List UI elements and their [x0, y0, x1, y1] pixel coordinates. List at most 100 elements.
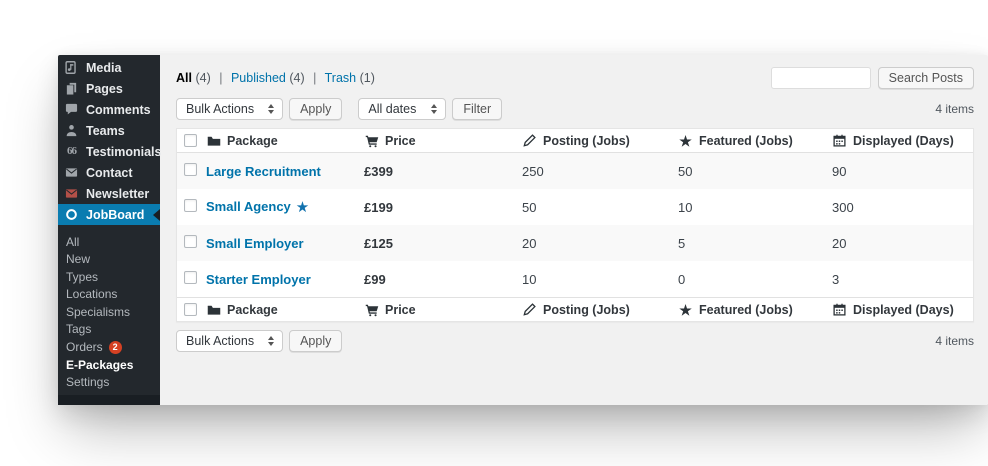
sidebar-item-jobboard[interactable]: JobBoard — [58, 204, 160, 225]
admin-content: All (4) | Published (4) | Trash (1) Sear… — [160, 55, 988, 405]
pencil-icon — [522, 133, 537, 148]
sidebar-item-comments[interactable]: Comments — [58, 99, 160, 120]
submenu-item-orders[interactable]: Orders 2 — [58, 338, 160, 356]
dates-select[interactable]: All dates — [358, 98, 446, 120]
teams-icon — [64, 123, 79, 138]
column-label-displayed: Displayed (Days) — [853, 134, 954, 148]
sidebar-item-teams[interactable]: Teams — [58, 120, 160, 141]
sidebar-item-label: Contact — [86, 166, 133, 180]
row-checkbox[interactable] — [184, 271, 197, 284]
sidebar-item-label: Media — [86, 61, 121, 75]
view-trash-link[interactable]: Trash — [325, 71, 357, 85]
sidebar-item-testimonials[interactable]: 66 Testimonials — [58, 141, 160, 162]
sidebar-item-pages[interactable]: Pages — [58, 78, 160, 99]
select-stepper-icon — [268, 104, 274, 114]
submenu-label: E-Packages — [66, 359, 133, 372]
submenu-label: All — [66, 236, 79, 249]
select-all-checkbox[interactable] — [184, 303, 197, 316]
featured-cell: 10 — [673, 200, 827, 215]
tablenav-bottom: Bulk Actions Apply 4 items — [176, 330, 974, 352]
view-all-count: (4) — [195, 71, 210, 85]
submenu-label: New — [66, 253, 90, 266]
filter-button[interactable]: Filter — [452, 98, 502, 120]
table-row: Large Recruitment £399 250 50 90 — [177, 153, 973, 189]
media-icon — [64, 60, 79, 75]
view-all-link[interactable]: All — [176, 71, 192, 85]
calendar-icon — [832, 133, 847, 148]
submenu-item-locations[interactable]: Locations — [58, 286, 160, 304]
view-trash-count: (1) — [360, 71, 375, 85]
submenu-label: Orders — [66, 341, 103, 354]
pages-icon — [64, 81, 79, 96]
folder-icon — [206, 302, 221, 317]
table-row: Small Agency★ £199 50 10 300 — [177, 189, 973, 225]
view-separator: | — [219, 71, 222, 85]
displayed-cell: 3 — [827, 272, 973, 287]
apply-button[interactable]: Apply — [289, 98, 342, 120]
submenu-item-tags[interactable]: Tags — [58, 321, 160, 339]
apply-button-bottom[interactable]: Apply — [289, 330, 342, 352]
sidebar-item-contact[interactable]: Contact — [58, 162, 160, 183]
newsletter-icon — [64, 186, 79, 201]
view-published-count: (4) — [289, 71, 304, 85]
posting-cell: 250 — [517, 164, 673, 179]
sidebar-item-media[interactable]: Media — [58, 57, 160, 78]
displayed-cell: 20 — [827, 236, 973, 251]
admin-screenshot-card: Media Pages Comments Teams — [58, 55, 988, 405]
testimonials-icon: 66 — [64, 144, 79, 159]
submenu-label: Locations — [66, 288, 117, 301]
column-label-price: Price — [385, 303, 416, 317]
column-label-posting: Posting (Jobs) — [543, 134, 630, 148]
tablenav-top: Bulk Actions Apply All dates Filter 4 it… — [176, 98, 974, 120]
submenu-item-types[interactable]: Types — [58, 268, 160, 286]
dates-label: All dates — [368, 102, 416, 116]
column-label-price: Price — [385, 134, 416, 148]
displayed-cell: 300 — [827, 200, 973, 215]
sidebar-item-label: Teams — [86, 124, 125, 138]
submenu-label: Settings — [66, 376, 109, 389]
price-cell: £399 — [359, 164, 517, 179]
package-link[interactable]: Starter Employer — [206, 272, 311, 287]
row-checkbox[interactable] — [184, 163, 197, 176]
column-label-displayed: Displayed (Days) — [853, 303, 954, 317]
posting-cell: 10 — [517, 272, 673, 287]
select-all-checkbox[interactable] — [184, 134, 197, 147]
column-label-package: Package — [227, 134, 278, 148]
row-checkbox[interactable] — [184, 199, 197, 212]
packages-table: Package Price Posting (Jobs) ★Featured (… — [176, 128, 974, 322]
bulk-actions-select-bottom[interactable]: Bulk Actions — [176, 330, 283, 352]
search-posts-button[interactable]: Search Posts — [878, 67, 974, 89]
table-header-row: Package Price Posting (Jobs) ★Featured (… — [177, 129, 973, 153]
jobboard-submenu: All New Types Locations Specialisms Tags… — [58, 225, 160, 401]
submenu-item-e-packages[interactable]: E-Packages — [58, 356, 160, 374]
admin-sidebar: Media Pages Comments Teams — [58, 55, 160, 405]
price-cell: £99 — [359, 272, 517, 287]
package-link[interactable]: Small Agency — [206, 199, 291, 214]
view-published-link[interactable]: Published — [231, 71, 286, 85]
submenu-item-specialisms[interactable]: Specialisms — [58, 303, 160, 321]
row-checkbox[interactable] — [184, 235, 197, 248]
cart-icon — [364, 133, 379, 148]
search-input[interactable] — [771, 67, 871, 89]
view-filter-links: All (4) | Published (4) | Trash (1) — [176, 71, 375, 85]
sidebar-item-label: Comments — [86, 103, 151, 117]
submenu-item-settings[interactable]: Settings — [58, 374, 160, 392]
featured-cell: 50 — [673, 164, 827, 179]
bulk-actions-select[interactable]: Bulk Actions — [176, 98, 283, 120]
column-label-package: Package — [227, 303, 278, 317]
submenu-label: Specialisms — [66, 306, 130, 319]
orders-count-badge: 2 — [109, 341, 122, 354]
price-cell: £199 — [359, 200, 517, 215]
price-cell: £125 — [359, 236, 517, 251]
sidebar-item-newsletter[interactable]: Newsletter — [58, 183, 160, 204]
sidebar-item-label: Newsletter — [86, 187, 149, 201]
package-link[interactable]: Small Employer — [206, 236, 304, 251]
table-footer-row: Package Price Posting (Jobs) ★Featured (… — [177, 297, 973, 321]
items-count-top: 4 items — [935, 102, 974, 116]
contact-icon — [64, 165, 79, 180]
submenu-item-all[interactable]: All — [58, 233, 160, 251]
posting-cell: 20 — [517, 236, 673, 251]
submenu-item-new[interactable]: New — [58, 251, 160, 269]
package-link[interactable]: Large Recruitment — [206, 164, 321, 179]
featured-cell: 0 — [673, 272, 827, 287]
